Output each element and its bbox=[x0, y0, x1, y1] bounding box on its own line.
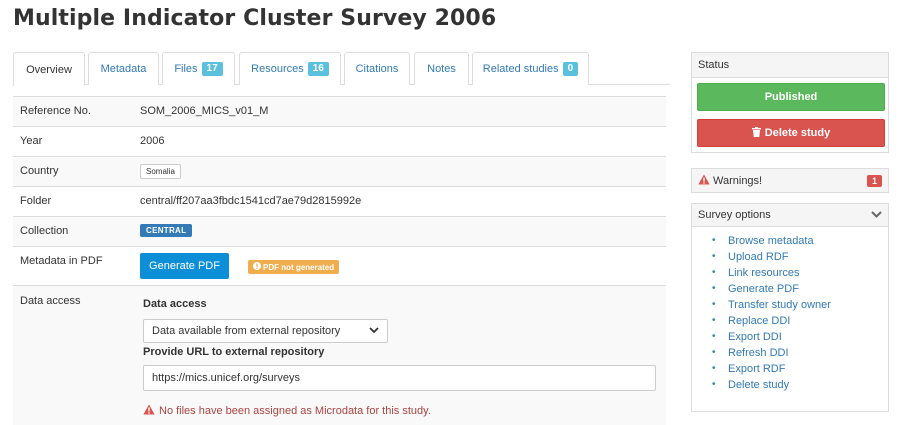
tab-resources[interactable]: Resources 16 bbox=[239, 52, 341, 85]
folder-label: Folder bbox=[20, 195, 52, 207]
no-microdata-warning: No files have been assigned as Microdata… bbox=[143, 404, 431, 418]
table-row: Collection CENTRAL bbox=[13, 216, 666, 246]
info-circle-icon bbox=[253, 262, 261, 272]
warning-triangle-icon bbox=[143, 404, 155, 418]
table-row: Folder central/ff207aa3fbdc1541cd7ae79d2… bbox=[13, 186, 666, 216]
collection-tag: CENTRAL bbox=[140, 224, 193, 237]
status-panel-title: Status bbox=[698, 59, 730, 71]
tab-label: Overview bbox=[26, 63, 72, 76]
warnings-title-group: Warnings! bbox=[698, 174, 762, 188]
data-access-title: Data access bbox=[143, 298, 207, 310]
warnings-count-badge: 1 bbox=[866, 174, 882, 187]
survey-options-title: Survey options bbox=[698, 209, 771, 221]
list-item: Export DDI bbox=[712, 329, 888, 345]
warnings-panel[interactable]: Warnings! 1 bbox=[691, 168, 889, 193]
upload-rdf-link[interactable]: Upload RDF bbox=[728, 251, 789, 263]
study-details-table: Reference No. SOM_2006_MICS_v01_M Year 2… bbox=[13, 96, 666, 425]
trash-icon bbox=[751, 126, 761, 140]
replace-ddi-link[interactable]: Replace DDI bbox=[728, 315, 790, 327]
list-item: Delete study bbox=[712, 377, 888, 393]
table-row: Country Somalia bbox=[13, 156, 666, 186]
tab-metadata[interactable]: Metadata bbox=[88, 52, 159, 85]
delete-study-label: Delete study bbox=[764, 127, 831, 139]
transfer-owner-link[interactable]: Transfer study owner bbox=[728, 299, 831, 311]
delete-study-link[interactable]: Delete study bbox=[728, 379, 789, 391]
table-row: Metadata in PDF Generate PDF PDF not gen… bbox=[13, 246, 666, 285]
list-item: Browse metadata bbox=[712, 233, 888, 249]
external-url-input[interactable] bbox=[143, 365, 656, 391]
export-ddi-link[interactable]: Export DDI bbox=[728, 331, 782, 343]
data-access-select[interactable]: Data available from external repository bbox=[143, 319, 388, 343]
tab-notes[interactable]: Notes bbox=[414, 52, 469, 85]
data-access-selected-value: Data available from external repository bbox=[152, 325, 341, 337]
related-studies-count-badge: 0 bbox=[562, 62, 579, 76]
status-panel-header: Status bbox=[692, 53, 888, 78]
tab-label: Files bbox=[174, 63, 198, 75]
warnings-title: Warnings! bbox=[713, 174, 763, 187]
list-item: Refresh DDI bbox=[712, 345, 888, 361]
no-microdata-text: No files have been assigned as Microdata… bbox=[159, 405, 431, 417]
survey-options-list: Browse metadata Upload RDF Link resource… bbox=[692, 227, 888, 393]
list-item: Link resources bbox=[712, 265, 888, 281]
external-url-label: Provide URL to external repository bbox=[143, 346, 325, 358]
chevron-down-icon bbox=[369, 325, 379, 337]
list-item: Replace DDI bbox=[712, 313, 888, 329]
chevron-down-icon bbox=[871, 209, 882, 221]
table-row: Reference No. SOM_2006_MICS_v01_M bbox=[13, 96, 666, 126]
list-item: Generate PDF bbox=[712, 281, 888, 297]
browse-metadata-link[interactable]: Browse metadata bbox=[728, 235, 814, 247]
tab-related-studies[interactable]: Related studies 0 bbox=[472, 52, 589, 85]
page-title: Multiple Indicator Cluster Survey 2006 bbox=[13, 6, 497, 31]
tab-label: Notes bbox=[427, 63, 456, 75]
collection-label: Collection bbox=[20, 225, 69, 237]
published-button[interactable]: Published bbox=[697, 83, 885, 111]
list-item: Export RDF bbox=[712, 361, 888, 377]
refresh-ddi-link[interactable]: Refresh DDI bbox=[728, 347, 789, 359]
list-item: Transfer study owner bbox=[712, 297, 888, 313]
tab-files[interactable]: Files 17 bbox=[162, 52, 235, 85]
tab-overview[interactable]: Overview bbox=[13, 52, 85, 86]
survey-options-header[interactable]: Survey options bbox=[692, 204, 888, 227]
warnings-panel-header: Warnings! 1 bbox=[692, 169, 888, 192]
link-resources-link[interactable]: Link resources bbox=[728, 267, 800, 279]
resources-count-badge: 16 bbox=[307, 62, 329, 76]
warning-triangle-icon bbox=[698, 174, 710, 188]
reference-value: SOM_2006_MICS_v01_M bbox=[140, 105, 269, 117]
folder-value: central/ff207aa3fbdc1541cd7ae79d2815992e bbox=[140, 195, 362, 207]
pdf-status-badge: PDF not generated bbox=[248, 260, 340, 274]
year-label: Year bbox=[20, 135, 43, 147]
collection-value: CENTRAL bbox=[140, 224, 193, 237]
table-row: Data access Data access Data available f… bbox=[13, 285, 666, 425]
data-access-label: Data access bbox=[20, 295, 81, 307]
export-rdf-link[interactable]: Export RDF bbox=[728, 363, 785, 375]
delete-study-button[interactable]: Delete study bbox=[697, 119, 885, 147]
generate-pdf-link[interactable]: Generate PDF bbox=[728, 283, 799, 295]
generate-pdf-button[interactable]: Generate PDF bbox=[140, 253, 229, 279]
year-value: 2006 bbox=[140, 135, 165, 147]
table-row: Year 2006 bbox=[13, 126, 666, 156]
reference-label: Reference No. bbox=[20, 105, 91, 117]
tab-label: Resources bbox=[251, 63, 304, 75]
files-count-badge: 17 bbox=[201, 62, 223, 76]
tab-label: Related studies bbox=[482, 63, 559, 75]
list-item: Upload RDF bbox=[712, 249, 888, 265]
country-tag: Somalia bbox=[140, 164, 181, 179]
survey-options-panel: Survey options Browse metadata Upload RD… bbox=[691, 203, 889, 412]
country-label: Country bbox=[20, 165, 59, 177]
tab-bar: Overview Metadata Files 17 Resources 16 … bbox=[13, 52, 670, 86]
pdf-status-text: PDF not generated bbox=[263, 262, 335, 272]
tab-label: Citations bbox=[355, 63, 399, 75]
tab-citations[interactable]: Citations bbox=[344, 52, 410, 85]
status-panel: Status Published Delete study bbox=[691, 52, 889, 153]
metadata-pdf-label: Metadata in PDF bbox=[20, 255, 103, 267]
country-value: Somalia bbox=[140, 164, 181, 179]
tab-label: Metadata bbox=[100, 63, 147, 75]
